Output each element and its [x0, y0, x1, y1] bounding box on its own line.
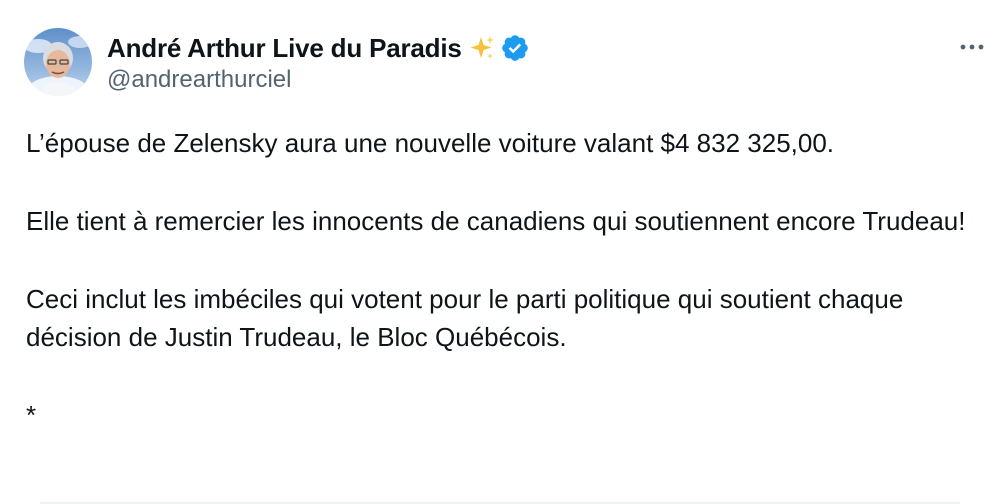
author-handle[interactable]: @andrearthurciel — [107, 66, 291, 94]
avatar[interactable] — [24, 28, 92, 96]
tweet-paragraph: Ceci inclut les imbéciles qui votent pou… — [26, 284, 904, 352]
tweet-text: L’épouse de Zelensky aura une nouvelle v… — [26, 124, 976, 434]
author-name-row: André Arthur Live du Paradis — [107, 31, 530, 65]
verified-badge-icon[interactable] — [500, 33, 530, 63]
more-horizontal-icon — [959, 38, 985, 56]
tweet-paragraph: * — [26, 400, 37, 430]
tweet-paragraph: Elle tient à remercier les innocents de … — [26, 206, 966, 236]
more-options-button[interactable] — [952, 30, 992, 64]
tweet-paragraph: L’épouse de Zelensky aura une nouvelle v… — [26, 128, 835, 158]
sparkles-icon — [468, 34, 496, 62]
author-display-name[interactable]: André Arthur Live du Paradis — [107, 33, 462, 64]
avatar-image — [24, 28, 92, 96]
